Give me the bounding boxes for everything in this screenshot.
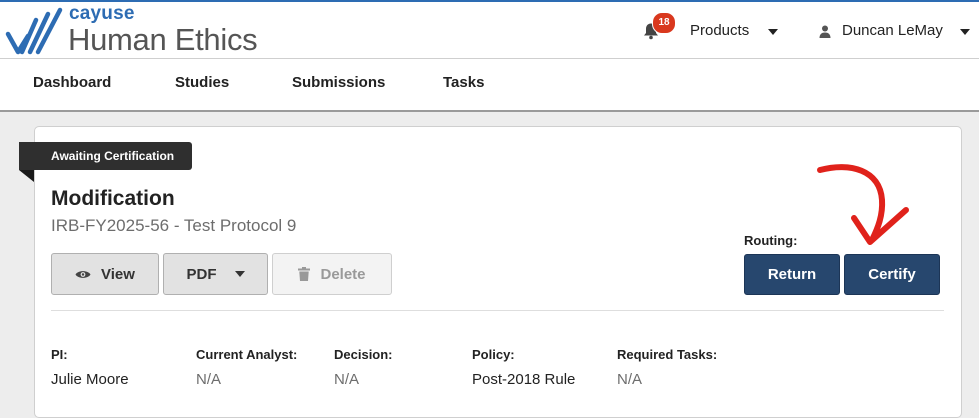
delete-button-label: Delete [320,265,366,283]
eye-icon [75,269,91,280]
nav-dashboard[interactable]: Dashboard [33,74,111,91]
field-label-current-analyst: Current Analyst: [196,347,298,362]
notification-badge[interactable]: 18 [652,12,676,34]
field-value-policy: Post-2018 Rule [472,371,576,388]
section-divider [51,310,944,311]
status-ribbon: Awaiting Certification [19,142,192,170]
main-nav: Dashboard Studies Submissions Tasks [0,59,979,112]
field-label-decision: Decision: [334,347,393,362]
pdf-button-label: PDF [186,265,217,283]
return-button[interactable]: Return [744,254,840,295]
nav-submissions[interactable]: Submissions [292,74,385,91]
chevron-down-icon[interactable] [960,29,970,35]
field-label-pi: PI: [51,347,68,362]
delete-button[interactable]: Delete [272,253,392,295]
ribbon-fold [19,170,34,182]
certify-button[interactable]: Certify [844,254,940,295]
study-identifier: IRB-FY2025-56 - Test Protocol 9 [51,216,297,235]
red-arrow-annotation [817,164,909,245]
field-value-decision: N/A [334,371,360,388]
field-value-required-tasks: N/A [617,371,643,388]
chevron-down-icon[interactable] [768,29,778,35]
field-value-current-analyst: N/A [196,371,222,388]
products-menu[interactable]: Products [690,22,749,39]
view-button[interactable]: View [51,253,159,295]
field-label-policy: Policy: [472,347,515,362]
field-value-pi: Julie Moore [51,371,129,388]
brand-name-small: cayuse [69,3,135,24]
page-title: Modification [51,187,175,210]
brand-name-product: Human Ethics [68,22,258,57]
logo-icon[interactable] [4,6,66,56]
nav-studies[interactable]: Studies [175,74,229,91]
caret-down-icon [234,271,245,277]
view-button-label: View [101,265,135,283]
pdf-dropdown-button[interactable]: PDF [163,253,268,295]
user-icon [819,25,831,38]
routing-label: Routing: [744,233,798,248]
field-label-required-tasks: Required Tasks: [617,347,718,362]
nav-tasks[interactable]: Tasks [443,74,484,91]
app-header: cayuse Human Ethics 18 Products Duncan L… [0,2,979,59]
user-menu[interactable]: Duncan LeMay [842,22,943,39]
trash-icon [298,267,311,281]
